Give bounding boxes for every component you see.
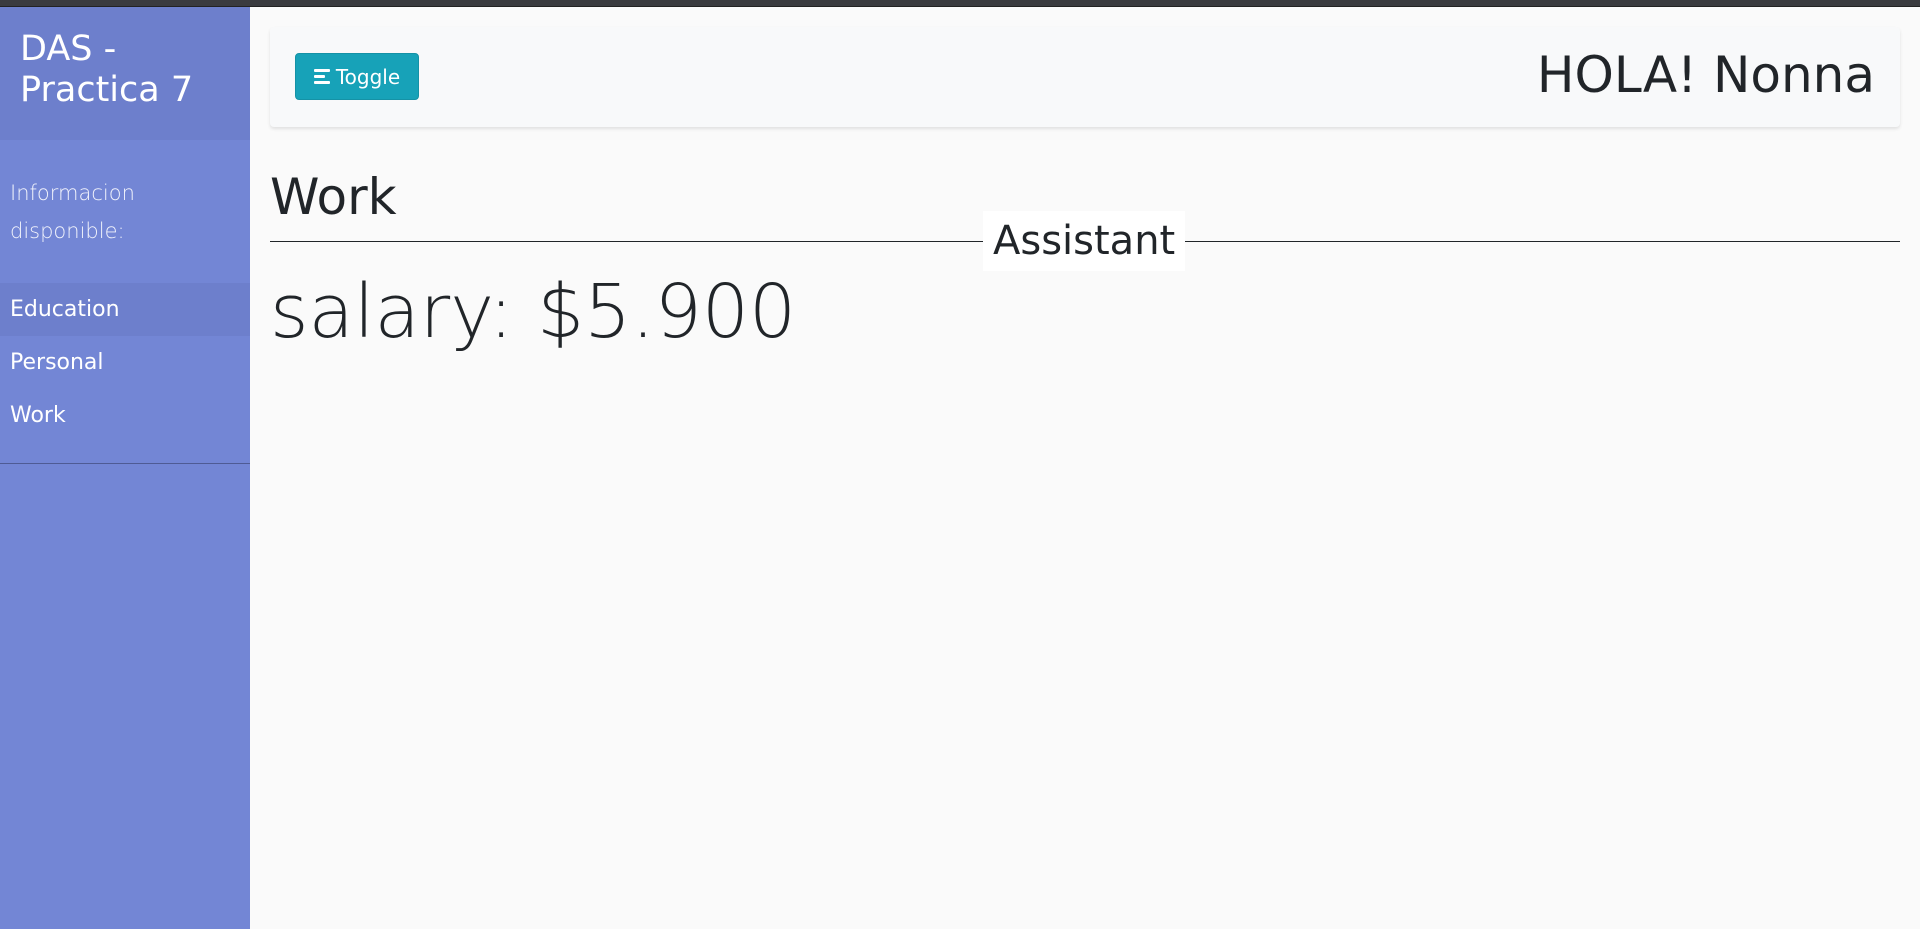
salary-value: salary: $5.900 xyxy=(270,269,797,355)
section-title: Work xyxy=(270,168,397,226)
job-role-label: Assistant xyxy=(983,211,1186,271)
sidebar-item-personal[interactable]: Personal xyxy=(0,336,250,389)
browser-top-strip xyxy=(0,0,1920,7)
sidebar-item-education[interactable]: Education xyxy=(0,283,250,336)
toggle-sidebar-button[interactable]: Toggle xyxy=(295,53,419,100)
align-left-icon xyxy=(313,69,330,84)
greeting-heading: HOLA! Nonna xyxy=(1536,46,1875,104)
sidebar: DAS - Practica 7 Informacion disponible:… xyxy=(0,7,250,929)
sidebar-title: DAS - Practica 7 xyxy=(20,29,194,110)
sidebar-nav: Education Personal Work xyxy=(0,283,250,442)
main-content: Toggle HOLA! Nonna Work Assistant salary… xyxy=(250,7,1920,929)
top-navbar: Toggle HOLA! Nonna xyxy=(270,27,1900,127)
sidebar-item-work[interactable]: Work xyxy=(0,389,250,442)
sidebar-link-work[interactable]: Work xyxy=(0,389,250,442)
sidebar-header: DAS - Practica 7 xyxy=(0,7,250,140)
sidebar-link-education[interactable]: Education xyxy=(0,283,250,336)
sidebar-caption: Informacion disponible: xyxy=(10,181,135,243)
sidebar-link-personal[interactable]: Personal xyxy=(0,336,250,389)
toggle-button-label: Toggle xyxy=(335,64,401,89)
sidebar-divider xyxy=(0,463,250,464)
